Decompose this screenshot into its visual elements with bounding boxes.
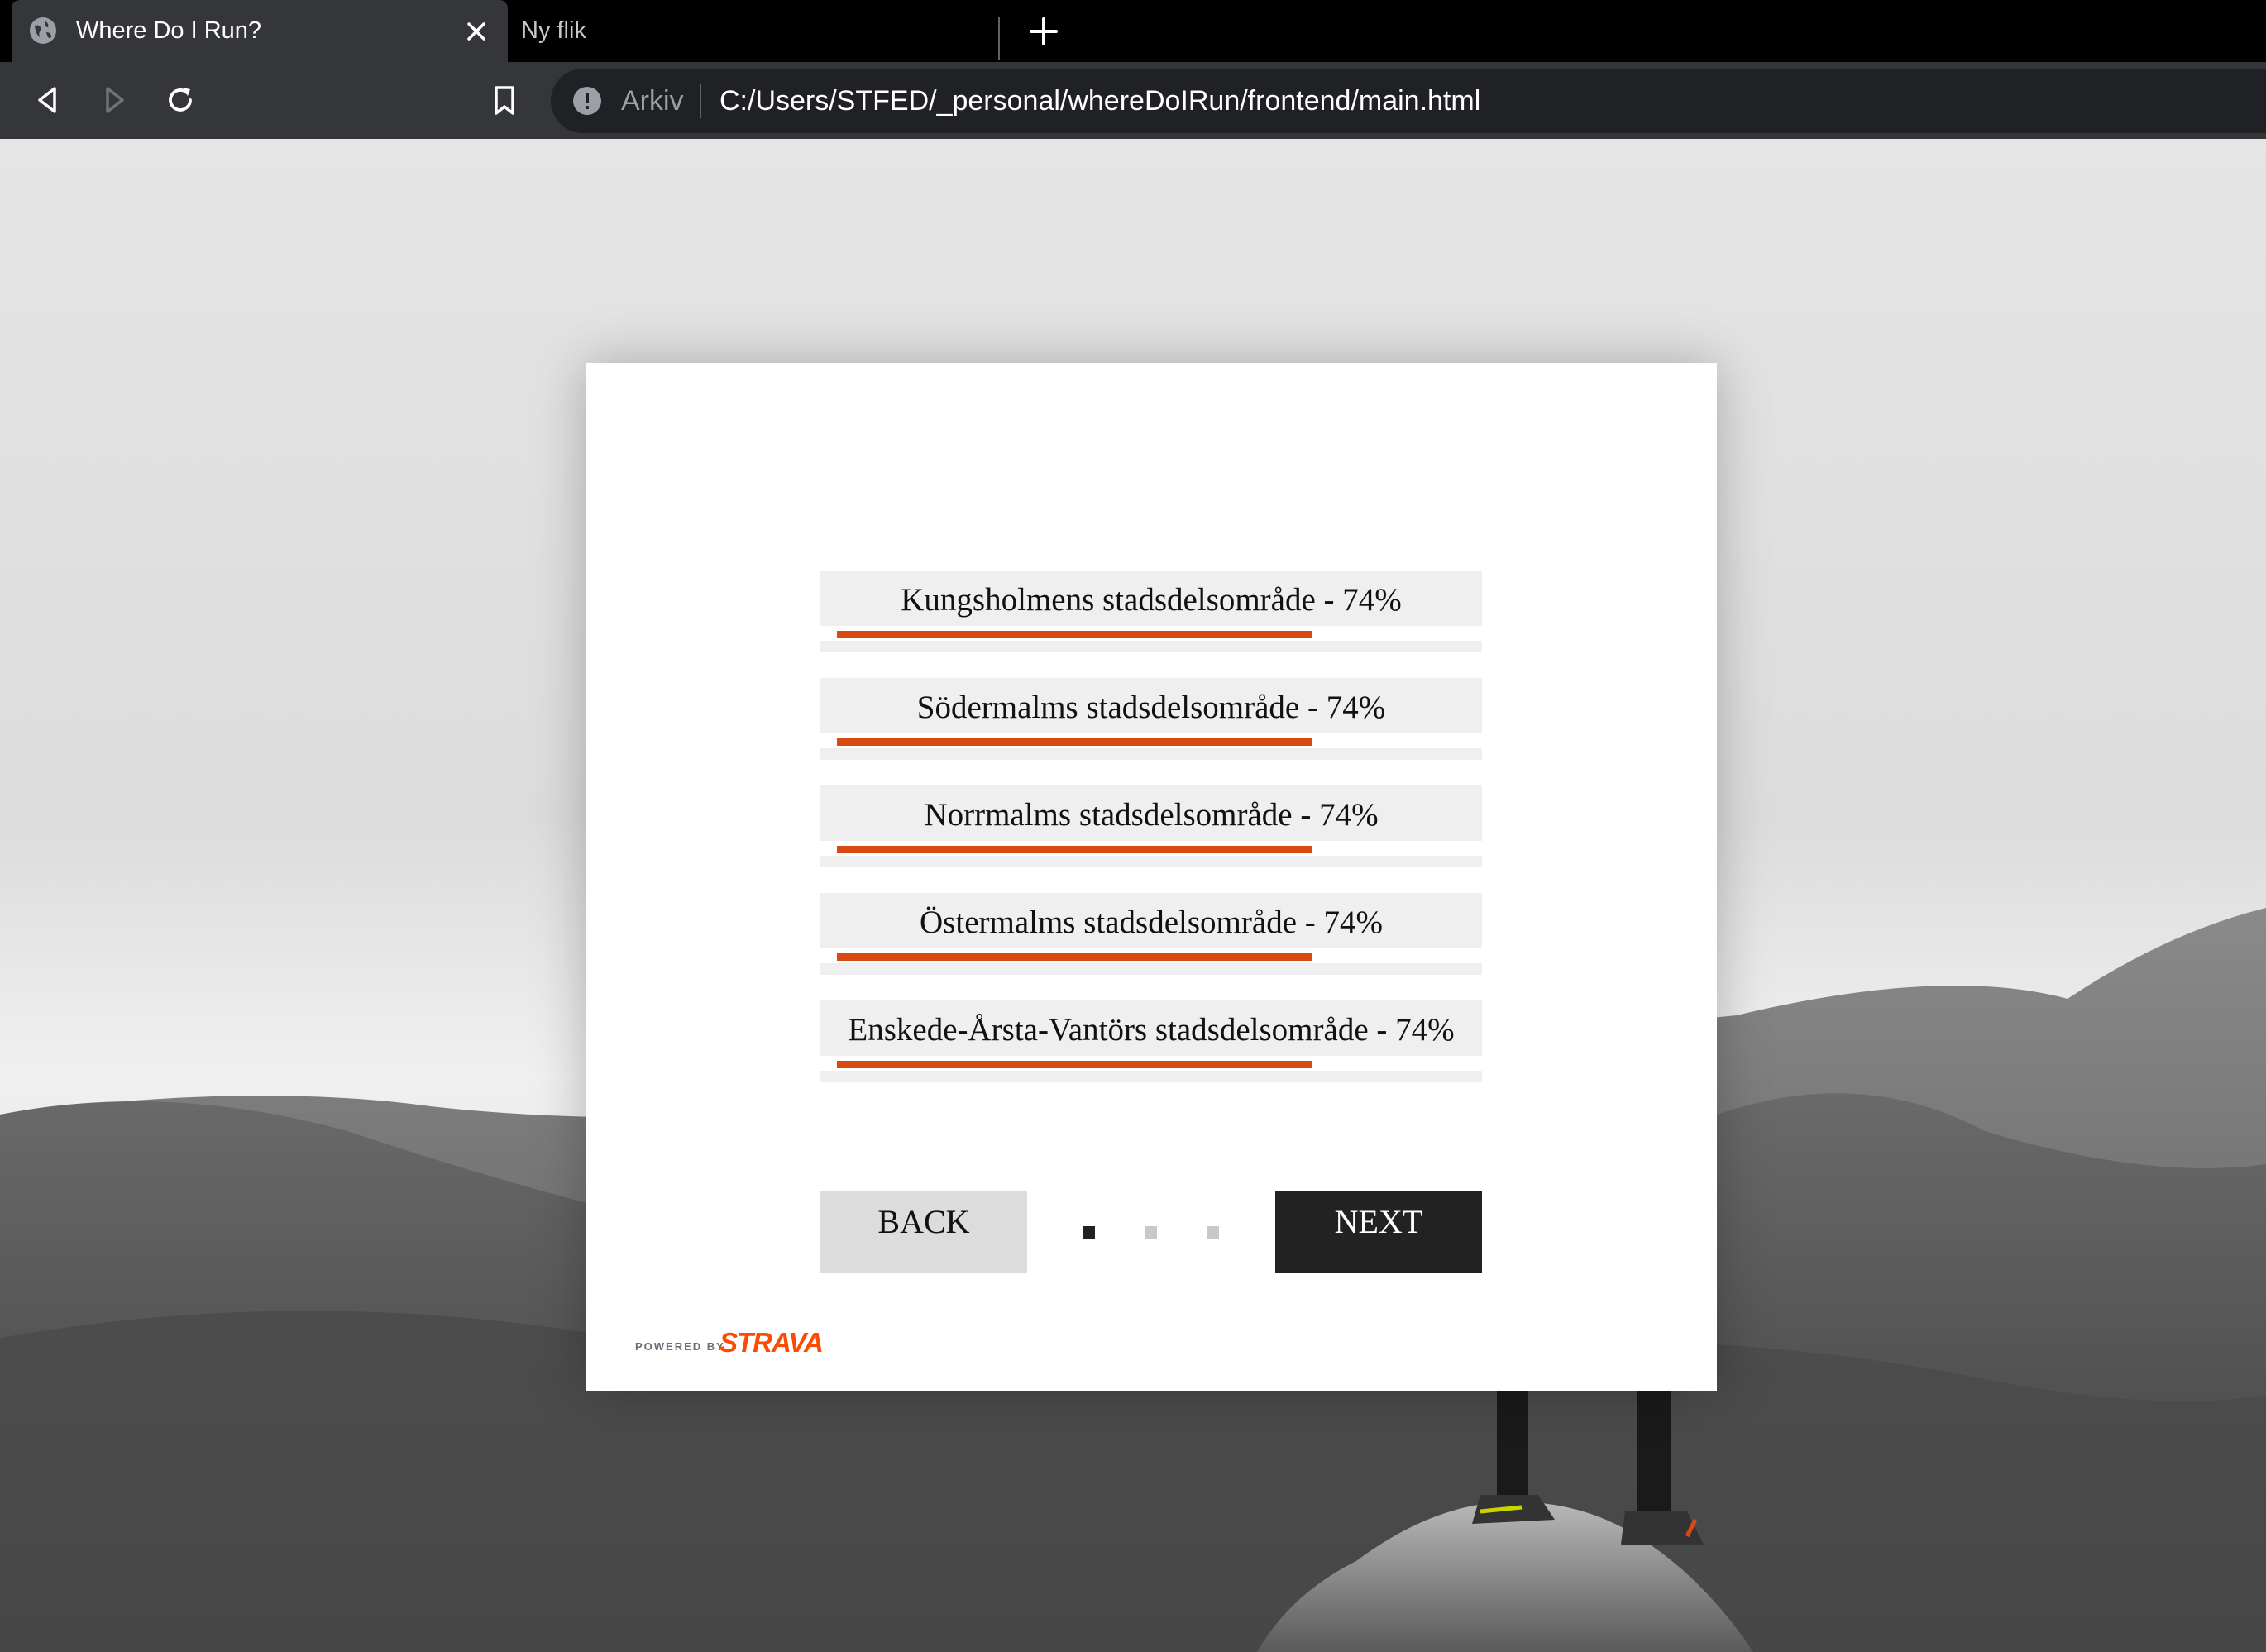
powered-by-strava-logo: POWERED BY STRAVA: [635, 1327, 850, 1362]
result-label: Södermalms stadsdelsområde - 74%: [916, 690, 1386, 725]
omnibox-divider: [700, 84, 701, 118]
forward-arrow-icon[interactable]: [94, 80, 134, 120]
progress-track-base: [820, 856, 1482, 867]
result-item: Enskede-Årsta-Vantörs stadsdelsområde - …: [820, 1000, 1482, 1082]
result-item: Kungsholmens stadsdelsområde - 74%: [820, 571, 1482, 652]
address-bar[interactable]: Arkiv C:/Users/STFED/_personal/whereDoIR…: [551, 69, 2266, 133]
browser-tabstrip: Where Do I Run? Ny flik: [0, 0, 2266, 62]
strava-wordmark: STRAVA: [719, 1327, 824, 1358]
security-label: Arkiv: [621, 85, 684, 117]
page-indicator-dot[interactable]: [1207, 1226, 1219, 1239]
bookmark-icon[interactable]: [485, 80, 524, 120]
tab-new-tab[interactable]: Ny flik: [511, 0, 999, 62]
reload-icon[interactable]: [160, 80, 200, 120]
back-arrow-icon[interactable]: [28, 80, 68, 120]
back-button[interactable]: BACK: [820, 1191, 1027, 1273]
result-item: Södermalms stadsdelsområde - 74%: [820, 678, 1482, 760]
results-card: Kungsholmens stadsdelsområde - 74% Söder…: [586, 363, 1717, 1391]
progress-bar-fill: [837, 631, 1312, 638]
page-indicator-dot[interactable]: [1145, 1226, 1157, 1239]
progress-track-base: [820, 1071, 1482, 1082]
tab-title: Ny flik: [521, 17, 586, 44]
url-text[interactable]: C:/Users/STFED/_personal/whereDoIRun/fro…: [719, 69, 1480, 133]
tab-where-do-i-run[interactable]: Where Do I Run?: [12, 0, 508, 62]
progress-track-base: [820, 748, 1482, 760]
page-indicator-dot[interactable]: [1083, 1226, 1095, 1239]
tab-divider: [998, 17, 1000, 60]
progress-bar-fill: [837, 738, 1312, 746]
globe-icon: [30, 17, 56, 44]
result-label: Kungsholmens stadsdelsområde - 74%: [901, 582, 1402, 618]
result-label: Enskede-Årsta-Vantörs stadsdelsområde - …: [848, 1012, 1455, 1048]
close-icon[interactable]: [463, 18, 490, 45]
browser-toolbar: Arkiv C:/Users/STFED/_personal/whereDoIR…: [0, 62, 2266, 139]
progress-track-base: [820, 963, 1482, 975]
plus-icon[interactable]: [1027, 15, 1060, 48]
powered-by-text: POWERED BY: [635, 1340, 725, 1353]
result-label: Östermalms stadsdelsområde - 74%: [920, 905, 1383, 940]
tab-title: Where Do I Run?: [76, 17, 262, 44]
info-icon[interactable]: [572, 86, 602, 116]
progress-bar-fill: [837, 1061, 1312, 1068]
result-item: Östermalms stadsdelsområde - 74%: [820, 893, 1482, 975]
progress-track-base: [820, 641, 1482, 652]
progress-bar-fill: [837, 846, 1312, 853]
page-viewport: Kungsholmens stadsdelsområde - 74% Söder…: [0, 139, 2266, 1652]
next-button[interactable]: NEXT: [1275, 1191, 1482, 1273]
result-label: Norrmalms stadsdelsområde - 74%: [924, 797, 1379, 833]
progress-bar-fill: [837, 953, 1312, 961]
result-item: Norrmalms stadsdelsområde - 74%: [820, 785, 1482, 867]
